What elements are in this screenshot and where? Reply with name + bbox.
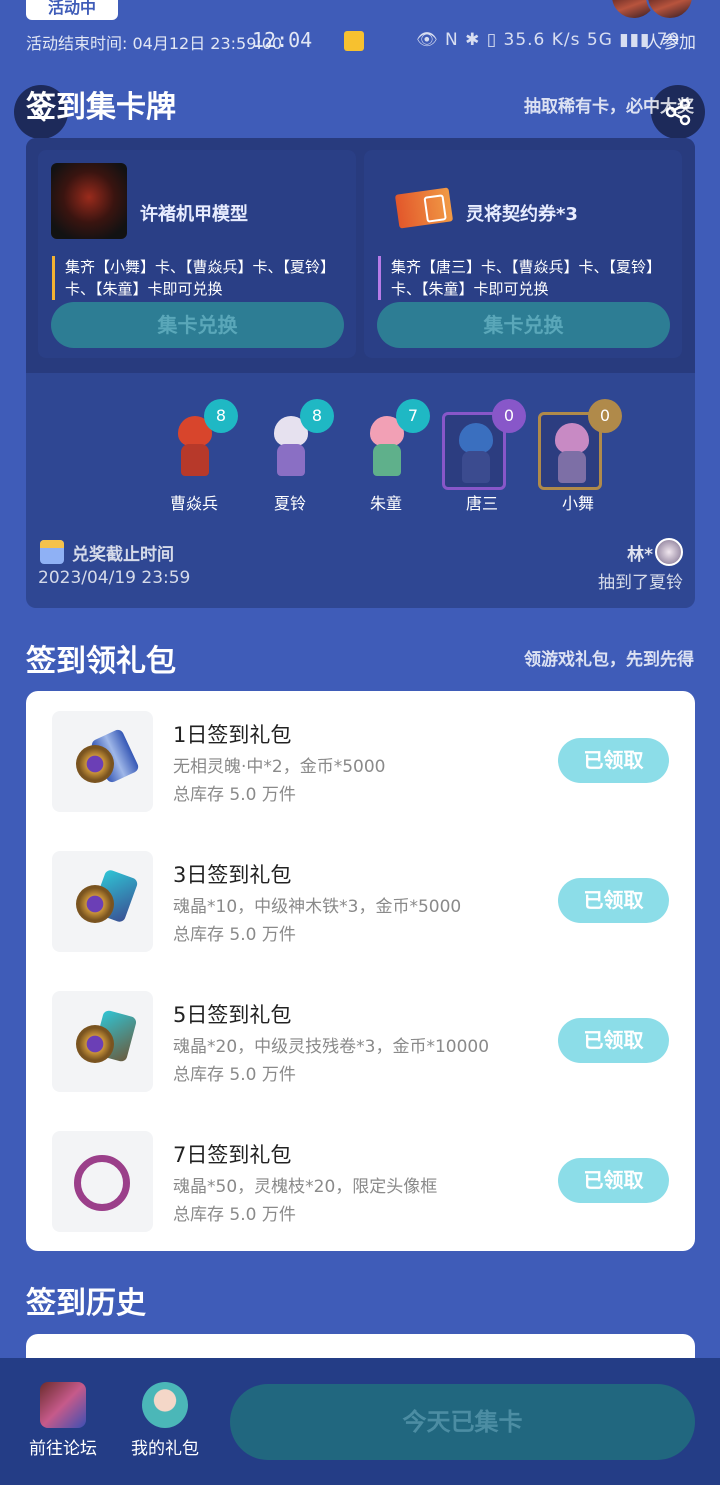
redeem-button[interactable]: 集卡兑换 bbox=[377, 302, 670, 348]
my-gifts-label: 我的礼包 bbox=[131, 1439, 199, 1459]
activity-end-time: 活动结束时间: 04月12日 23:59:00 bbox=[26, 34, 283, 53]
forum-label: 前往论坛 bbox=[29, 1439, 97, 1459]
gift-stock: 总库存 5.0 万件 bbox=[173, 1205, 296, 1225]
coin-scroll-icon bbox=[52, 711, 153, 812]
forum-button[interactable]: 前往论坛 bbox=[18, 1382, 108, 1459]
collect-card[interactable]: 0 唐三 bbox=[434, 399, 530, 513]
collected-today-button[interactable]: 今天已集卡 bbox=[230, 1384, 695, 1460]
section-title-history: 签到历史 bbox=[26, 1286, 146, 1321]
mecha-model-icon bbox=[51, 163, 127, 239]
collect-card[interactable]: 7 朱童 bbox=[338, 399, 434, 513]
list-item: 1日签到礼包 无相灵魄·中*2，金币*5000 总库存 5.0 万件 已领取 bbox=[26, 691, 695, 812]
weibo-icon bbox=[344, 31, 364, 51]
avatar bbox=[655, 538, 683, 566]
card-collection-panel: 许褚机甲模型 集齐【小舞】卡、【曹焱兵】卡、【夏铃】卡、【朱童】卡即可兑换 集卡… bbox=[26, 138, 695, 608]
gift-title: 3日签到礼包 bbox=[173, 863, 292, 887]
avatar bbox=[646, 0, 694, 20]
bottom-bar: 前往论坛 我的礼包 今天已集卡 bbox=[0, 1358, 720, 1485]
card-name: 唐三 bbox=[465, 494, 498, 513]
gift-description: 无相灵魄·中*2，金币*5000 bbox=[173, 757, 386, 777]
reward-name: 灵将契约券*3 bbox=[466, 204, 578, 225]
gift-description: 魂晶*20，中级灵技残卷*3，金币*10000 bbox=[173, 1037, 490, 1057]
card-count-badge: 8 bbox=[204, 399, 238, 433]
participants-label: 人参加 bbox=[645, 33, 696, 53]
claimed-button[interactable]: 已领取 bbox=[558, 1158, 669, 1203]
gift-list: 1日签到礼包 无相灵魄·中*2，金币*5000 总库存 5.0 万件 已领取 3… bbox=[26, 691, 695, 1251]
gift-description: 魂晶*10，中级神木铁*3，金币*5000 bbox=[173, 897, 462, 917]
collected-cards-row: 8 曹焱兵 8 夏铃 7 朱童 0 唐三 0 小舞 bbox=[146, 399, 626, 513]
forum-icon bbox=[40, 1382, 86, 1428]
avatar-frame-icon bbox=[52, 1131, 153, 1232]
card-count-badge: 7 bbox=[396, 399, 430, 433]
gift-description: 魂晶*50，灵槐枝*20，限定头像框 bbox=[173, 1177, 438, 1197]
crystal-coin-icon bbox=[52, 851, 153, 952]
claimed-button[interactable]: 已领取 bbox=[558, 738, 669, 783]
gift-icon bbox=[142, 1382, 188, 1428]
winner-name: 林* bbox=[627, 545, 653, 565]
reward-card: 许褚机甲模型 集齐【小舞】卡、【曹焱兵】卡、【夏铃】卡、【朱童】卡即可兑换 集卡… bbox=[38, 150, 356, 358]
collect-card[interactable]: 0 小舞 bbox=[530, 399, 626, 513]
list-item: 5日签到礼包 魂晶*20，中级灵技残卷*3，金币*10000 总库存 5.0 万… bbox=[26, 971, 695, 1092]
gift-stock: 总库存 5.0 万件 bbox=[173, 925, 296, 945]
card-name: 曹焱兵 bbox=[169, 494, 218, 513]
card-name: 小舞 bbox=[561, 494, 594, 513]
list-item: 3日签到礼包 魂晶*10，中级神木铁*3，金币*5000 总库存 5.0 万件 … bbox=[26, 831, 695, 952]
card-name: 夏铃 bbox=[273, 494, 306, 513]
claimed-button[interactable]: 已领取 bbox=[558, 1018, 669, 1063]
list-item: 7日签到礼包 魂晶*50，灵槐枝*20，限定头像框 总库存 5.0 万件 已领取 bbox=[26, 1111, 695, 1232]
gift-stock: 总库存 5.0 万件 bbox=[173, 785, 296, 805]
collect-card[interactable]: 8 曹焱兵 bbox=[146, 399, 242, 513]
gift-title: 7日签到礼包 bbox=[173, 1143, 292, 1167]
claimed-button[interactable]: 已领取 bbox=[558, 878, 669, 923]
card-count-badge: 0 bbox=[588, 399, 622, 433]
section-title-cards: 签到集卡牌 bbox=[26, 90, 176, 125]
my-gifts-button[interactable]: 我的礼包 bbox=[120, 1382, 210, 1459]
reward-description: 集齐【小舞】卡、【曹焱兵】卡、【夏铃】卡、【朱童】卡即可兑换 bbox=[52, 256, 348, 300]
participant-avatars bbox=[610, 0, 694, 20]
gift-title: 1日签到礼包 bbox=[173, 723, 292, 747]
reward-name: 许褚机甲模型 bbox=[140, 204, 248, 225]
section-subtitle-gifts: 领游戏礼包，先到先得 bbox=[524, 650, 694, 670]
redeem-button[interactable]: 集卡兑换 bbox=[51, 302, 344, 348]
gift-stock: 总库存 5.0 万件 bbox=[173, 1065, 296, 1085]
card-count-badge: 0 bbox=[492, 399, 526, 433]
deadline-label: 兑奖截止时间 bbox=[72, 545, 174, 565]
card-name: 朱童 bbox=[369, 494, 402, 513]
rewards-area: 许褚机甲模型 集齐【小舞】卡、【曹焱兵】卡、【夏铃】卡、【朱童】卡即可兑换 集卡… bbox=[26, 138, 695, 373]
calendar-icon bbox=[40, 540, 64, 564]
contract-ticket-icon bbox=[377, 163, 454, 239]
status-clock: 12:04 bbox=[252, 28, 313, 52]
activity-status-tag: 活动中 bbox=[26, 0, 118, 20]
gift-title: 5日签到礼包 bbox=[173, 1003, 292, 1027]
collect-card[interactable]: 8 夏铃 bbox=[242, 399, 338, 513]
status-line: 活动结束时间: 04月12日 23:59:00 12:04 👁 N ✱ ▯ 35… bbox=[26, 28, 696, 54]
reward-card: 灵将契约券*3 集齐【唐三】卡、【曹焱兵】卡、【夏铃】卡、【朱童】卡即可兑换 集… bbox=[364, 150, 682, 358]
section-subtitle-cards: 抽取稀有卡，必中大奖 bbox=[524, 97, 694, 117]
reward-description: 集齐【唐三】卡、【曹焱兵】卡、【夏铃】卡、【朱童】卡即可兑换 bbox=[378, 256, 674, 300]
card-count-badge: 8 bbox=[300, 399, 334, 433]
system-status-icons: 👁 N ✱ ▯ 35.6 K/s 5G ▮▮▮ 79 bbox=[416, 30, 681, 50]
section-title-gifts: 签到领礼包 bbox=[26, 644, 176, 679]
deadline-date: 2023/04/19 23:59 bbox=[38, 568, 191, 588]
crystal-scroll-icon bbox=[52, 991, 153, 1092]
winner-text: 抽到了夏铃 bbox=[598, 573, 683, 593]
